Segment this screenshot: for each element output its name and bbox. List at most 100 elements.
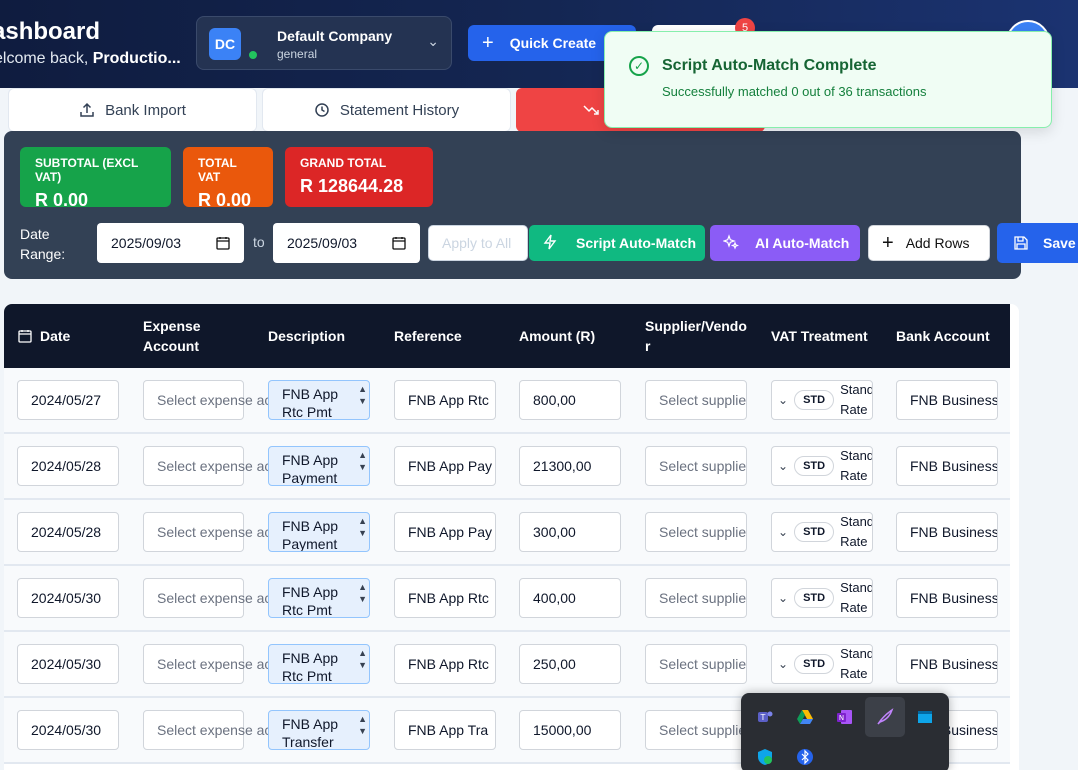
date-input[interactable]: 2024/05/30 xyxy=(17,578,119,618)
header-amount[interactable]: Amount (R) xyxy=(519,304,595,368)
header-date[interactable]: Date xyxy=(18,304,70,368)
expense-account-select[interactable]: Select expense account... xyxy=(143,512,317,552)
add-rows-button[interactable]: + Add Rows xyxy=(868,225,990,261)
description-textarea[interactable]: FNB App Payment ▲ ▼ xyxy=(268,446,370,486)
calendar-icon xyxy=(216,237,230,250)
description-textarea[interactable]: FNB App Transfer ▲ ▼ xyxy=(268,710,370,750)
teams-icon[interactable]: T xyxy=(745,697,785,737)
date-input[interactable]: 2024/05/28 xyxy=(17,512,119,552)
welcome-text: elcome back, Productio... xyxy=(0,50,181,67)
bank-account-select[interactable]: FNB Business Current xyxy=(896,512,998,552)
date-from-input[interactable]: 2025/09/03 xyxy=(97,223,244,263)
user-name: Productio... xyxy=(92,50,181,67)
amount-input[interactable]: 21300,00 xyxy=(519,446,621,486)
google-drive-icon[interactable] xyxy=(785,697,825,737)
vat-label: Standard Rate xyxy=(840,646,872,681)
header-reference[interactable]: Reference xyxy=(394,304,462,368)
vat-treatment-select[interactable]: ⌄ STD Standard Rate xyxy=(771,380,873,420)
grand-total-card: GRAND TOTAL R 128644.28 xyxy=(285,147,433,207)
supplier-select[interactable]: Select supplier... xyxy=(645,710,747,750)
ai-auto-match-button[interactable]: AI Auto-Match xyxy=(710,225,860,261)
bluetooth-icon[interactable] xyxy=(785,737,825,770)
bank-account-select[interactable]: FNB Business Current xyxy=(896,380,998,420)
expense-account-select[interactable]: Select expense account... xyxy=(143,446,317,486)
header-expense-account[interactable]: Expense Account xyxy=(143,304,223,368)
description-textarea[interactable]: FNB App Payment ▲ ▼ xyxy=(268,512,370,552)
expense-account-select[interactable]: Select expense account... xyxy=(143,380,317,420)
company-logo: DC xyxy=(209,28,241,60)
reference-input[interactable]: FNB App Pay xyxy=(394,446,496,486)
shield-icon[interactable] xyxy=(745,737,785,770)
reference-input[interactable]: FNB App Rtc xyxy=(394,644,496,684)
reference-input[interactable]: FNB App Rtc xyxy=(394,578,496,618)
chevron-down-icon: ⌄ xyxy=(778,459,789,473)
date-input[interactable]: 2024/05/28 xyxy=(17,446,119,486)
supplier-select[interactable]: Select supplier... xyxy=(645,512,747,552)
vat-label: Standard Rate xyxy=(840,448,872,483)
amount-input[interactable]: 400,00 xyxy=(519,578,621,618)
amount-input[interactable]: 300,00 xyxy=(519,512,621,552)
vat-treatment-select[interactable]: ⌄ STD Standard Rate xyxy=(771,644,873,684)
vat-treatment-select[interactable]: ⌄ STD Standard Rate xyxy=(771,512,873,552)
expense-account-select[interactable]: Select expense account... xyxy=(143,710,317,750)
success-toast: ✓ Script Auto-Match Complete Successfull… xyxy=(604,31,1052,128)
amount-input[interactable]: 250,00 xyxy=(519,644,621,684)
vat-badge: STD xyxy=(794,390,835,410)
chevron-down-icon: ⌄ xyxy=(778,525,789,539)
table-row: 2024/05/30 Select expense account... FNB… xyxy=(4,566,1010,632)
amount-input[interactable]: 800,00 xyxy=(519,380,621,420)
date-range-label: Date Range: xyxy=(20,226,66,262)
company-switcher[interactable]: DC Default Company general ⌄ xyxy=(196,16,452,70)
table-row: 2024/05/30 Select expense account... FNB… xyxy=(4,632,1010,698)
vat-label: Standard Rate xyxy=(840,514,872,549)
tab-statement-history[interactable]: Statement History xyxy=(262,88,511,132)
chevron-down-icon: ⌄ xyxy=(778,657,789,671)
reference-input[interactable]: FNB App Pay xyxy=(394,512,496,552)
window-icon[interactable] xyxy=(905,697,945,737)
supplier-select[interactable]: Select supplier... xyxy=(645,380,747,420)
stepper-icon: ▲ ▼ xyxy=(358,648,367,670)
header-description[interactable]: Description xyxy=(268,304,345,368)
vat-treatment-select[interactable]: ⌄ STD Standard Rate xyxy=(771,446,873,486)
company-type: general xyxy=(277,47,318,61)
description-textarea[interactable]: FNB App Rtc Pmt ▲ ▼ xyxy=(268,578,370,618)
description-textarea[interactable]: FNB App Rtc Pmt ▲ ▼ xyxy=(268,644,370,684)
date-input[interactable]: 2024/05/30 xyxy=(17,710,119,750)
description-textarea[interactable]: FNB App Rtc Pmt ▲ ▼ xyxy=(268,380,370,420)
check-circle-icon: ✓ xyxy=(629,56,649,76)
stepper-icon: ▲ ▼ xyxy=(358,450,367,472)
amount-input[interactable]: 15000,00 xyxy=(519,710,621,750)
supplier-select[interactable]: Select supplier... xyxy=(645,644,747,684)
summary-panel: SUBTOTAL (EXCL VAT) R 0.00 TOTAL VAT R 0… xyxy=(4,131,1078,279)
bank-account-select[interactable]: FNB Business Current xyxy=(896,578,998,618)
company-name: Default Company xyxy=(277,28,393,44)
supplier-select[interactable]: Select supplier... xyxy=(645,446,747,486)
chevron-down-icon: ⌄ xyxy=(427,33,439,49)
table-header: Date Expense Account Description Referen… xyxy=(4,304,1010,368)
vat-treatment-select[interactable]: ⌄ STD Standard Rate xyxy=(771,578,873,618)
header-bank-account[interactable]: Bank Account xyxy=(896,304,990,368)
tab-bank-import[interactable]: Bank Import xyxy=(8,88,257,132)
supplier-select[interactable]: Select supplier... xyxy=(645,578,747,618)
bank-account-select[interactable]: FNB Business Current xyxy=(896,446,998,486)
date-input[interactable]: 2024/05/27 xyxy=(17,380,119,420)
script-auto-match-button[interactable]: Script Auto-Match xyxy=(529,225,705,261)
reference-input[interactable]: FNB App Tra xyxy=(394,710,496,750)
bank-account-select[interactable]: FNB Business Current xyxy=(896,644,998,684)
sparkles-icon xyxy=(722,233,740,253)
onenote-icon[interactable]: N xyxy=(825,697,865,737)
svg-text:T: T xyxy=(760,713,766,722)
reference-input[interactable]: FNB App Rtc xyxy=(394,380,496,420)
lightning-icon xyxy=(542,234,558,253)
date-input[interactable]: 2024/05/30 xyxy=(17,644,119,684)
apply-to-all-button[interactable]: Apply to All xyxy=(428,225,528,261)
header-vat-treatment[interactable]: VAT Treatment xyxy=(771,304,868,368)
feather-icon[interactable] xyxy=(865,697,905,737)
header-supplier[interactable]: Supplier/Vendor xyxy=(645,304,750,368)
save-button[interactable]: Save xyxy=(997,223,1078,263)
date-to-input[interactable]: 2025/09/03 xyxy=(273,223,420,263)
expense-account-select[interactable]: Select expense account... xyxy=(143,644,317,684)
expense-account-select[interactable]: Select expense account... xyxy=(143,578,317,618)
plus-icon: + xyxy=(482,31,494,54)
plus-icon: + xyxy=(882,231,894,254)
